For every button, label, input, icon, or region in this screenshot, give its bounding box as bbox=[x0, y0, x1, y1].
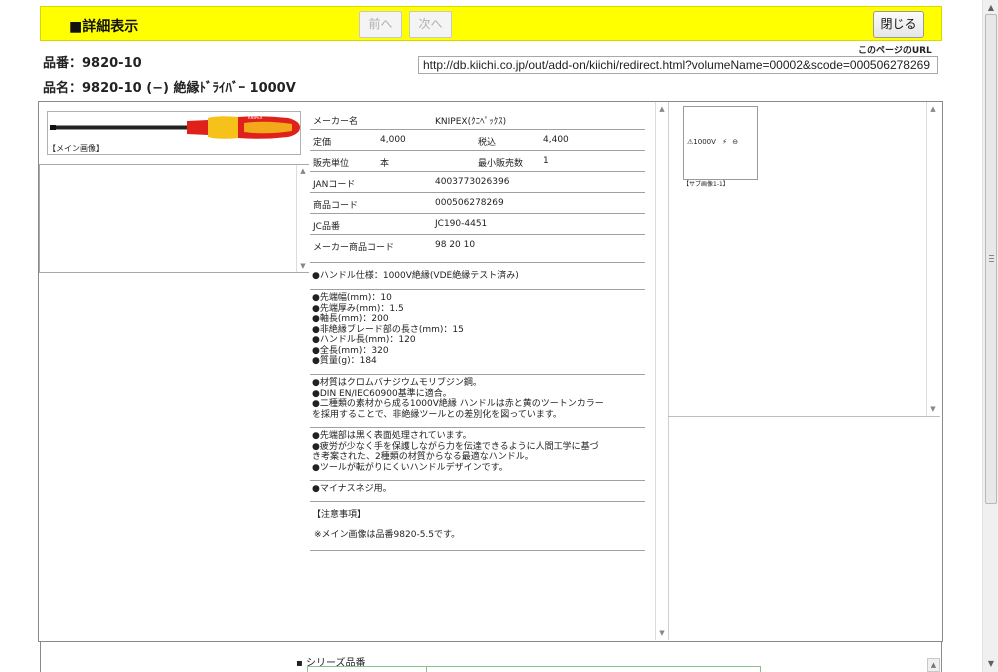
price-label: 定価 bbox=[313, 138, 332, 148]
page-url-label: このページのURL bbox=[858, 46, 932, 56]
spec-row-jan: JANコード 4003773026396 bbox=[310, 172, 645, 193]
desc-line: ●軸長(mm)：200 bbox=[312, 314, 389, 324]
spec-table: メーカー名 KNIPEX(ｸﾆﾍﾟｯｸｽ) 定価 4,000 税込 4,400 … bbox=[310, 109, 645, 263]
notes-label: 【注意事項】 bbox=[312, 510, 367, 520]
maker-label: メーカー名 bbox=[313, 117, 359, 127]
tax-value: 4,400 bbox=[543, 135, 569, 145]
main-image-caption: 【メイン画像】 bbox=[48, 144, 104, 153]
notes-text: ※メイン画像は品番9820-5.5です。 bbox=[314, 530, 461, 540]
desc-line: ●先端厚み(mm)：1.5 bbox=[312, 303, 404, 314]
desc-line: ●ハンドル仕様：1000V絶縁(VDE絶縁テスト済み) bbox=[312, 271, 519, 281]
part-name: 品名：9820-10 (−) 絶縁ﾄﾞﾗｲﾊﾞｰ 1000V bbox=[43, 81, 296, 96]
page-scrollbar[interactable]: ▲ ▼ bbox=[982, 0, 998, 672]
jc-value: JC190-4451 bbox=[435, 219, 488, 229]
spec-row-maker-code: メーカー商品コード 98 20 10 bbox=[310, 235, 645, 263]
maker-code-label: メーカー商品コード bbox=[313, 243, 395, 253]
jan-label: JANコード bbox=[313, 180, 356, 190]
desc-line: ●先端部は黒く表面処理されています。 bbox=[312, 431, 472, 441]
image-sub-frame: ▲ ▼ bbox=[39, 164, 309, 273]
desc-line: ●先端幅(mm)：10 bbox=[312, 293, 392, 303]
desc-line: ●二種類の素材から成る1000V絶縁 ハンドルは赤と黄のツートンカラー bbox=[312, 399, 604, 409]
scrollbar-thumb[interactable] bbox=[985, 14, 997, 504]
part-number: 品番：9820-10 bbox=[43, 56, 142, 71]
series-table bbox=[307, 666, 761, 672]
sub-image-caption: 【サブ画像1-1】 bbox=[683, 181, 729, 188]
spec-row-price: 定価 4,000 税込 4,400 bbox=[310, 130, 645, 151]
page-url-field[interactable]: http://db.kiichi.co.jp/out/add-on/kiichi… bbox=[418, 56, 938, 74]
desc-material: ●材質はクロムバナジウムモリブジン鋼。 ●DIN EN/IEC60900基準に適… bbox=[310, 375, 645, 428]
scroll-up-icon[interactable]: ▲ bbox=[927, 105, 939, 113]
image-frame-scrollbar[interactable]: ▲ ▼ bbox=[296, 165, 309, 272]
code-value: 000506278269 bbox=[435, 198, 504, 208]
jan-value: 4003773026396 bbox=[435, 177, 510, 187]
code-label: 商品コード bbox=[313, 201, 359, 211]
desc-line: を採用することで、非絶縁ツールとの差別化を図っています。 bbox=[312, 409, 562, 420]
tax-label: 税込 bbox=[478, 138, 497, 148]
scroll-down-icon[interactable]: ▼ bbox=[983, 656, 998, 672]
desc-dimensions: ●先端幅(mm)：10 ●先端厚み(mm)：1.5 ●軸長(mm)：200 ●非… bbox=[310, 290, 645, 375]
header-bar: ■詳細表示 前へ 次へ 閉じる bbox=[40, 6, 942, 41]
slotted-screw-icon: ⊖ bbox=[732, 138, 739, 146]
scroll-up-icon[interactable]: ▲ bbox=[297, 167, 309, 175]
desc-line: ●非絶縁ブレード部の長さ(mm)：15 bbox=[312, 324, 464, 335]
screwdriver-image: KNIPEX bbox=[50, 115, 300, 139]
sub-image-scrollbar[interactable]: ▲ ▼ bbox=[926, 102, 939, 416]
spec-row-maker: メーカー名 KNIPEX(ｸﾆﾍﾟｯｸｽ) bbox=[310, 109, 645, 130]
scroll-down-icon[interactable]: ▼ bbox=[927, 405, 939, 413]
min-value: 1 bbox=[543, 156, 549, 166]
desc-line: ●ハンドル長(mm)：120 bbox=[312, 335, 416, 345]
price-value: 4,000 bbox=[380, 135, 406, 145]
desc-line: ●全長(mm)：320 bbox=[312, 345, 389, 356]
desc-usage: ●マイナスネジ用。 bbox=[310, 481, 645, 502]
desc-features: ●先端部は黒く表面処理されています。 ●疲労が少なく手を保護しながら力を伝達でき… bbox=[310, 428, 645, 481]
pane-divider bbox=[668, 102, 669, 640]
notes-divider bbox=[310, 550, 645, 551]
detail-scrollbar[interactable]: ▲ ▼ bbox=[655, 102, 668, 640]
prev-button[interactable]: 前へ bbox=[359, 11, 402, 38]
desc-handle: ●ハンドル仕様：1000V絶縁(VDE絶縁テスト済み) bbox=[310, 268, 645, 290]
sub-image-thumbnail[interactable]: ⚠1000V ⚡ ⊖ bbox=[683, 106, 758, 180]
unit-label: 販売単位 bbox=[313, 159, 350, 169]
next-button[interactable]: 次へ bbox=[409, 11, 452, 38]
insulation-icon: ⚡ bbox=[722, 138, 728, 146]
desc-line: き考案された、2種類の材質からなる最適なハンドル。 bbox=[312, 452, 534, 462]
desc-line: ●質量(g)：184 bbox=[312, 356, 377, 366]
page-title: ■詳細表示 bbox=[69, 19, 139, 35]
thumbnail-voltage-text: ⚠1000V ⚡ ⊖ bbox=[687, 138, 738, 146]
spec-row-code: 商品コード 000506278269 bbox=[310, 193, 645, 214]
scroll-up-icon[interactable]: ▲ bbox=[927, 658, 940, 672]
desc-line: ●マイナスネジ用。 bbox=[312, 484, 392, 494]
desc-line: ●ツールが転がりにくいハンドルデザインです。 bbox=[312, 462, 508, 473]
unit-value: 本 bbox=[380, 159, 390, 169]
right-pane-separator bbox=[668, 416, 940, 417]
spec-row-unit: 販売単位 本 最小販売数 1 bbox=[310, 151, 645, 172]
desc-line: ●材質はクロムバナジウムモリブジン鋼。 bbox=[312, 378, 482, 388]
svg-text:KNIPEX: KNIPEX bbox=[248, 115, 263, 120]
min-label: 最小販売数 bbox=[478, 159, 524, 169]
desc-line: ●DIN EN/IEC60900基準に適合。 bbox=[312, 388, 452, 399]
scroll-down-icon[interactable]: ▼ bbox=[656, 629, 668, 637]
maker-code-value: 98 20 10 bbox=[435, 240, 476, 250]
thumbnail-voltage-value: 1000V bbox=[693, 138, 716, 146]
maker-value: KNIPEX(ｸﾆﾍﾟｯｸｽ) bbox=[435, 117, 507, 127]
scroll-down-icon[interactable]: ▼ bbox=[297, 262, 309, 270]
jc-label: JC品番 bbox=[313, 222, 340, 232]
spec-row-jc: JC品番 JC190-4451 bbox=[310, 214, 645, 235]
close-button[interactable]: 閉じる bbox=[873, 11, 924, 38]
scroll-up-icon[interactable]: ▲ bbox=[656, 105, 668, 113]
desc-line: ●疲労が少なく手を保護しながら力を伝達できるように人間工学に基づ bbox=[312, 441, 599, 452]
